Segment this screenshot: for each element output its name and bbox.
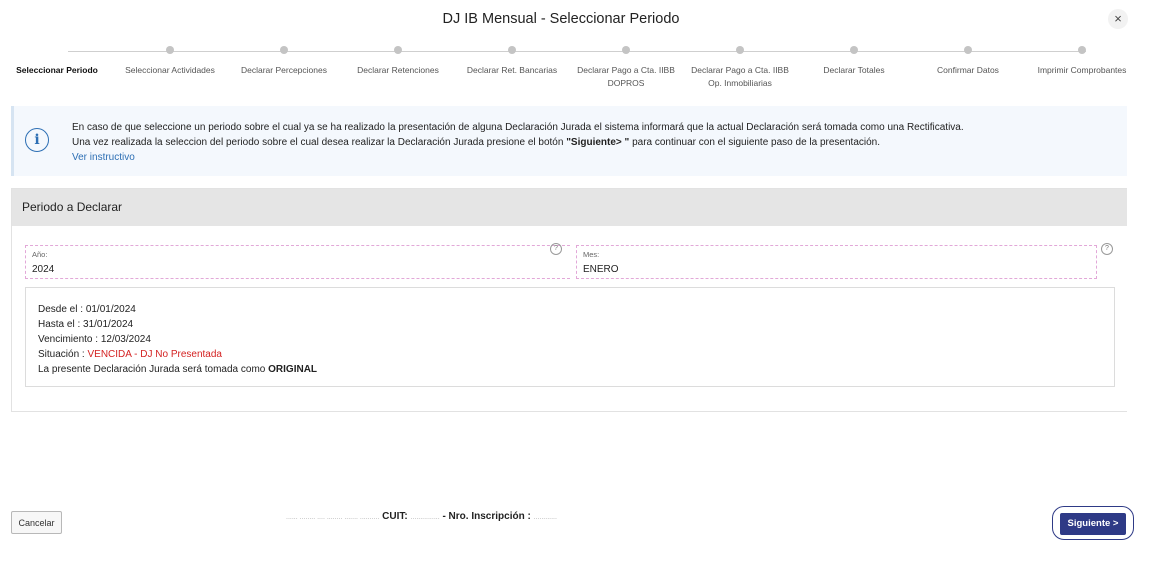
hasta-row: Hasta el : 31/01/2024: [38, 319, 134, 330]
step-label: Confirmar Datos: [937, 65, 999, 75]
help-icon[interactable]: ?: [550, 243, 562, 255]
info-box: i En caso de que seleccione un periodo s…: [11, 106, 1127, 176]
info-line-2: Una vez realizada la seleccion del perio…: [72, 137, 881, 148]
step-label: Seleccionar Periodo: [16, 65, 98, 75]
step-dot-icon: [736, 46, 744, 54]
month-field[interactable]: Mes: ENERO ?: [576, 243, 1113, 279]
step-declarar-pago-inmobiliarias[interactable]: Declarar Pago a Cta. IIBB Op. Inmobiliar…: [684, 46, 796, 90]
step-dot-icon: [964, 46, 972, 54]
dj-type-row: La presente Declaración Jurada será toma…: [38, 364, 318, 375]
close-icon[interactable]: ×: [1108, 9, 1128, 29]
step-label: Seleccionar Actividades: [125, 65, 215, 75]
step-dot-icon: [280, 46, 288, 54]
year-value: 2024: [32, 264, 55, 275]
step-dot-icon: [166, 46, 174, 54]
taxpayer-footer: ...... ........ .... ........ ....... ..…: [286, 511, 557, 522]
info-circle-icon: i: [25, 128, 49, 152]
step-label: Declarar Retenciones: [357, 65, 439, 75]
year-label: Año:: [32, 250, 48, 259]
month-label: Mes:: [583, 250, 600, 259]
periodo-panel: Periodo a Declarar Año: 2024 ? Mes: ENER…: [11, 188, 1127, 412]
step-label: Imprimir Comprobantes: [1037, 65, 1127, 75]
step-declarar-percepciones[interactable]: Declarar Percepciones: [228, 46, 340, 77]
cuit-label: CUIT:: [382, 511, 408, 522]
step-imprimir-comprobantes[interactable]: Imprimir Comprobantes: [1026, 46, 1138, 77]
vencimiento-row: Vencimiento : 12/03/2024: [38, 334, 151, 345]
situacion-row: Situación : VENCIDA - DJ No Presentada: [38, 349, 222, 360]
cuit-value: ...............: [410, 514, 440, 521]
taxpayer-name: ...... ........ .... ........ ....... ..…: [286, 514, 380, 521]
step-confirmar-datos[interactable]: Confirmar Datos: [912, 46, 1024, 77]
ver-instructivo-link[interactable]: Ver instructivo: [72, 150, 964, 165]
step-declarar-ret-bancarias[interactable]: Declarar Ret. Bancarias: [456, 46, 568, 77]
step-seleccionar-periodo[interactable]: Seleccionar Periodo: [1, 46, 113, 77]
step-seleccionar-actividades[interactable]: Seleccionar Actividades: [114, 46, 226, 77]
step-dot-icon: [394, 46, 402, 54]
step-label: Declarar Percepciones: [241, 65, 327, 75]
info-line-1: En caso de que seleccione un periodo sob…: [72, 122, 964, 133]
step-dot-icon: [850, 46, 858, 54]
next-button-focus-ring: Siguiente >: [1052, 506, 1134, 540]
step-label: Declarar Pago a Cta. IIBB DOPROS: [577, 65, 675, 88]
cancel-button[interactable]: Cancelar: [11, 511, 62, 534]
step-dot-icon: [1078, 46, 1086, 54]
year-field[interactable]: Año: 2024 ?: [25, 243, 570, 279]
nro-inscripcion-value: ............: [533, 514, 557, 521]
info-text: En caso de que seleccione un periodo sob…: [72, 120, 964, 165]
step-label: Declarar Totales: [823, 65, 885, 75]
dialog-title: DJ IB Mensual - Seleccionar Periodo: [442, 11, 680, 27]
desde-row: Desde el : 01/01/2024: [38, 304, 136, 315]
step-label: Declarar Pago a Cta. IIBB Op. Inmobiliar…: [691, 65, 789, 88]
next-button[interactable]: Siguiente >: [1060, 513, 1126, 535]
period-details: Desde el : 01/01/2024 Hasta el : 31/01/2…: [25, 287, 1115, 387]
status-badge: VENCIDA - DJ No Presentada: [87, 349, 222, 360]
panel-header: Periodo a Declarar: [12, 189, 1127, 226]
help-icon[interactable]: ?: [1101, 243, 1113, 255]
step-declarar-retenciones[interactable]: Declarar Retenciones: [342, 46, 454, 77]
step-declarar-pago-dopros[interactable]: Declarar Pago a Cta. IIBB DOPROS: [570, 46, 682, 90]
step-dot-icon: [508, 46, 516, 54]
nro-inscripcion-label: - Nro. Inscripción :: [442, 511, 531, 522]
step-dot-icon: [622, 46, 630, 54]
step-label: Declarar Ret. Bancarias: [466, 65, 558, 75]
month-value: ENERO: [583, 264, 619, 275]
step-declarar-totales[interactable]: Declarar Totales: [798, 46, 910, 77]
